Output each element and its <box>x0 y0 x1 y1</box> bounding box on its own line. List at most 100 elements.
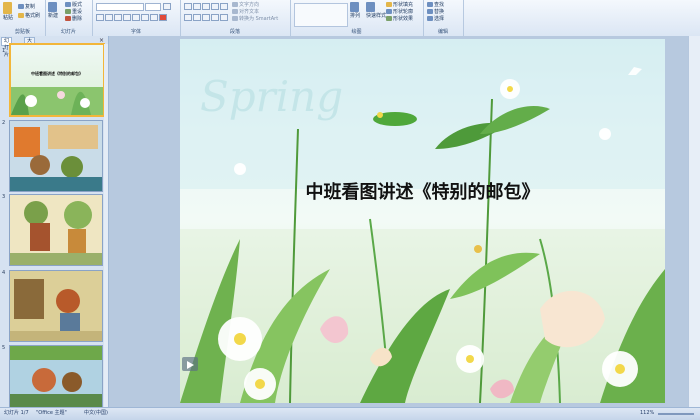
shape-effects-button[interactable]: 形状效果 <box>386 16 413 22</box>
quick-styles-button[interactable]: 快速样式 <box>366 2 386 19</box>
numbering-icon[interactable] <box>193 3 201 10</box>
decrease-indent-icon[interactable] <box>202 3 210 10</box>
replace-button[interactable]: 替换 <box>427 9 444 15</box>
smartart-icon <box>232 16 238 21</box>
bold-icon[interactable] <box>96 14 104 21</box>
quick-styles-icon <box>366 2 375 12</box>
new-slide-icon <box>48 2 57 12</box>
slide-number: 3 <box>2 194 6 200</box>
format-painter-button[interactable]: 格式刷 <box>18 13 40 19</box>
drawing-group: 排列 快速样式 形状填充 形状轮廓 形状效果 绘图 <box>290 0 424 36</box>
reset-icon <box>65 9 71 14</box>
zoom-level[interactable]: 112% <box>640 410 654 417</box>
layout-icon <box>65 2 71 7</box>
slides-pane: 幻灯片 大纲 × 1 中班看图讲述《特别的邮包》 2 <box>0 36 109 409</box>
align-right-icon[interactable] <box>202 14 210 21</box>
delete-icon <box>65 16 71 21</box>
editing-label: 编辑 <box>437 29 448 35</box>
clipboard-group: 粘贴 复制 格式刷 剪贴板 <box>0 0 46 36</box>
language-indicator[interactable]: 中文(中国) <box>84 410 108 417</box>
shape-outline-button[interactable]: 形状轮廓 <box>386 9 413 15</box>
shadow-icon[interactable] <box>132 14 140 21</box>
font-name-combo[interactable] <box>96 3 144 11</box>
font-color-icon[interactable] <box>159 14 167 21</box>
layout-button[interactable]: 版式 <box>65 2 82 8</box>
bullets-icon[interactable] <box>184 3 192 10</box>
slides-label: 幻灯片 <box>60 29 76 35</box>
italic-icon[interactable] <box>105 14 113 21</box>
select-button[interactable]: 选择 <box>427 16 444 22</box>
strikethrough-icon[interactable] <box>123 14 131 21</box>
paste-icon <box>3 2 12 14</box>
slide-thumbnail-5[interactable] <box>9 345 103 409</box>
reset-button[interactable]: 重设 <box>65 9 82 15</box>
outline-icon <box>386 9 392 14</box>
paste-button[interactable]: 粘贴 <box>3 2 13 21</box>
paragraph-label: 段落 <box>229 29 240 35</box>
align-text-button[interactable]: 对齐文本 <box>232 9 259 15</box>
find-button[interactable]: 查找 <box>427 2 444 8</box>
underline-icon[interactable] <box>114 14 122 21</box>
zoom-slider[interactable] <box>658 413 694 415</box>
find-icon <box>427 2 433 7</box>
thumb-1-title: 中班看图讲述《特别的邮包》 <box>31 71 83 76</box>
arrange-icon <box>350 2 359 12</box>
thumb-3-art <box>10 195 102 265</box>
slide-number: 2 <box>2 120 6 126</box>
thumb-4-art <box>10 271 102 341</box>
copy-button[interactable]: 复制 <box>18 4 35 10</box>
theme-name[interactable]: "Office 主题" <box>36 410 67 417</box>
play-icon <box>187 361 194 369</box>
slide-thumbnail-2[interactable] <box>9 120 103 192</box>
slides-group: 新建 版式 重设 删除 幻灯片 <box>45 0 93 36</box>
spring-watermark: Spring <box>200 72 343 121</box>
line-spacing-icon[interactable] <box>220 3 228 10</box>
slide-thumbnail-4[interactable] <box>9 270 103 342</box>
canvas-scrollbar[interactable] <box>688 36 700 407</box>
arrange-button[interactable]: 排列 <box>350 2 360 19</box>
increase-indent-icon[interactable] <box>211 3 219 10</box>
align-text-icon <box>232 9 238 14</box>
copy-icon <box>18 4 24 9</box>
spacing-icon[interactable] <box>141 14 149 21</box>
font-label: 字体 <box>130 29 141 35</box>
font-group: 字体 <box>92 0 181 36</box>
columns-icon[interactable] <box>220 14 228 21</box>
editing-group: 查找 替换 选择 编辑 <box>423 0 464 36</box>
ribbon: 粘贴 复制 格式刷 剪贴板 新建 版式 重设 删除 幻灯片 字体 文字方向 对齐… <box>0 0 700 37</box>
paragraph-group: 文字方向 对齐文本 转换为 SmartArt 段落 <box>180 0 291 36</box>
effects-icon <box>386 16 392 21</box>
select-icon <box>427 16 433 21</box>
status-bar: 幻灯片 1/7 "Office 主题" 中文(中国) 112% <box>0 407 700 420</box>
thumb-1-art <box>11 87 103 115</box>
thumb-2-art <box>10 121 102 191</box>
slide-title[interactable]: 中班看图讲述《特别的邮包》 <box>180 178 665 204</box>
clipboard-label: 剪贴板 <box>14 29 30 35</box>
drawing-label: 绘图 <box>351 29 362 35</box>
font-size-combo[interactable] <box>145 3 161 11</box>
align-left-icon[interactable] <box>184 14 192 21</box>
slides-pane-scrollbar[interactable] <box>104 44 108 407</box>
slide-nav-button[interactable] <box>182 357 198 371</box>
fill-icon <box>386 2 392 7</box>
thumb-5-art <box>10 346 102 408</box>
change-case-icon[interactable] <box>150 14 158 21</box>
slide-thumbnail-1[interactable]: 中班看图讲述《特别的邮包》 <box>9 43 105 117</box>
shapes-gallery[interactable] <box>294 3 348 27</box>
replace-icon <box>427 9 433 14</box>
delete-button[interactable]: 删除 <box>65 16 82 22</box>
text-direction-button[interactable]: 文字方向 <box>232 2 259 8</box>
convert-smartart-button[interactable]: 转换为 SmartArt <box>232 16 278 22</box>
slide-number: 4 <box>2 270 6 276</box>
new-slide-button[interactable]: 新建 <box>48 2 58 19</box>
slide-thumbnail-3[interactable] <box>9 194 103 266</box>
shape-fill-button[interactable]: 形状填充 <box>386 2 413 8</box>
grow-font-icon[interactable] <box>163 3 171 10</box>
slide-number: 1 <box>2 48 6 54</box>
align-center-icon[interactable] <box>193 14 201 21</box>
slide-background-art: Spring <box>180 39 665 403</box>
text-direction-icon <box>232 2 238 7</box>
slide-number: 5 <box>2 345 6 351</box>
justify-icon[interactable] <box>211 14 219 21</box>
slide-counter: 幻灯片 1/7 <box>4 410 29 416</box>
